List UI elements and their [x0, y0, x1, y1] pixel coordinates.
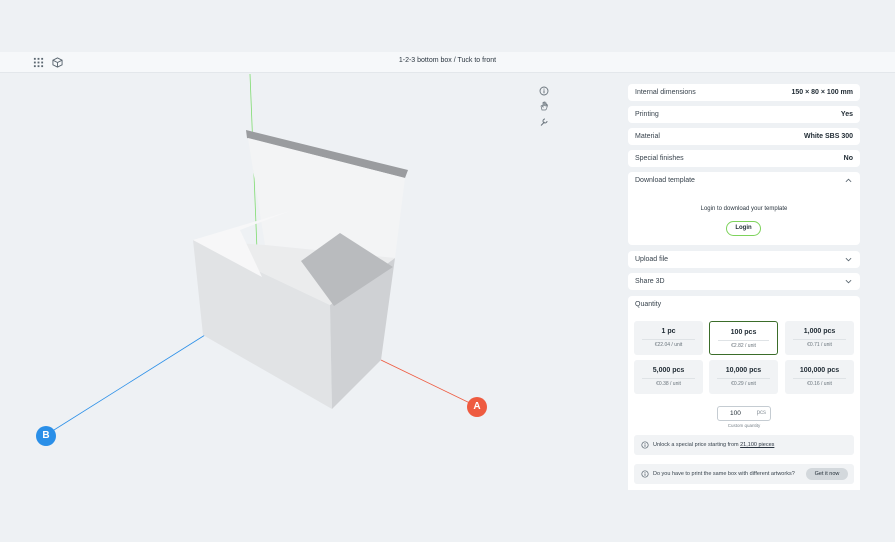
axis-a-badge[interactable]: A [467, 397, 487, 417]
spec-row-dimensions: Internal dimensions 150 × 80 × 100 mm [628, 84, 860, 101]
chevron-down-icon[interactable] [845, 278, 852, 285]
hand-pan-icon[interactable] [539, 101, 549, 111]
info-icon[interactable] [539, 86, 549, 96]
login-button[interactable]: Login [726, 221, 761, 236]
special-price-link[interactable]: 21,100 pieces [740, 442, 774, 448]
quantity-section: Quantity 1 pc €22.04 / unit 100 pcs €2.8… [628, 296, 860, 490]
quantity-option-1[interactable]: 1 pc €22.04 / unit [634, 321, 703, 355]
quantity-option-10000[interactable]: 10,000 pcs €0.29 / unit [709, 360, 778, 394]
info-icon [641, 470, 649, 478]
spec-row-printing: Printing Yes [628, 106, 860, 123]
axis-a-line [380, 359, 477, 407]
upload-file-section[interactable]: Upload file [628, 251, 860, 268]
info-icon [641, 441, 649, 449]
box-3d-model[interactable] [0, 0, 620, 542]
download-template-section: Download template Login to download your… [628, 172, 860, 245]
share-3d-section[interactable]: Share 3D [628, 273, 860, 290]
custom-quantity-label: Custom quantity [727, 423, 761, 428]
spec-row-material: Material White SBS 300 [628, 128, 860, 145]
wrench-icon[interactable] [539, 117, 549, 127]
quantity-option-100[interactable]: 100 pcs €2.82 / unit [709, 321, 778, 355]
chevron-up-icon[interactable] [845, 177, 852, 184]
special-price-banner: Unlock a special price starting from 21,… [634, 435, 854, 455]
download-template-header[interactable]: Download template [635, 177, 695, 184]
login-message: Login to download your template [700, 206, 788, 212]
config-panel: Internal dimensions 150 × 80 × 100 mm Pr… [628, 84, 860, 490]
axis-b-badge[interactable]: B [36, 426, 56, 446]
quantity-option-5000[interactable]: 5,000 pcs €0.38 / unit [634, 360, 703, 394]
quantity-option-100000[interactable]: 100,000 pcs €0.16 / unit [785, 360, 854, 394]
artworks-banner: Do you have to print the same box with d… [634, 464, 854, 484]
get-it-now-button[interactable]: Get it now [806, 468, 848, 480]
axis-b-line [45, 334, 206, 436]
quantity-option-1000[interactable]: 1,000 pcs €0.71 / unit [785, 321, 854, 355]
3d-viewer[interactable]: A B [0, 73, 620, 542]
custom-quantity-input[interactable]: 100 pcs [717, 406, 771, 421]
spec-row-finishes: Special finishes No [628, 150, 860, 167]
chevron-down-icon[interactable] [845, 256, 852, 263]
